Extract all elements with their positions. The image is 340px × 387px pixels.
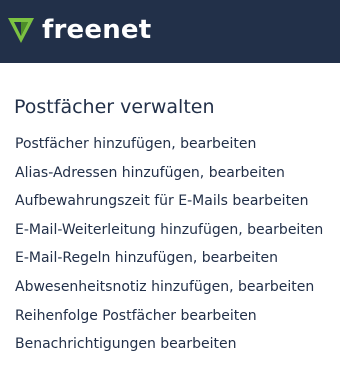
menu-item-alias-addresses[interactable]: Alias-Adressen hinzufügen, bearbeiten bbox=[15, 162, 335, 191]
menu-item-mailbox-order[interactable]: Reihenfolge Postfächer bearbeiten bbox=[15, 305, 335, 334]
page: freenet Postfächer verwalten Postfächer … bbox=[0, 0, 340, 387]
freenet-logo-icon bbox=[8, 18, 34, 43]
menu-item-notifications[interactable]: Benachrichtigungen bearbeiten bbox=[15, 333, 335, 362]
freenet-logo-text: freenet bbox=[42, 15, 152, 45]
page-title: Postfächer verwalten bbox=[14, 96, 215, 118]
menu-item-mailboxes[interactable]: Postfächer hinzufügen, bearbeiten bbox=[15, 133, 335, 162]
menu-item-retention-time[interactable]: Aufbewahrungszeit für E-Mails bearbeiten bbox=[15, 190, 335, 219]
menu-item-email-rules[interactable]: E-Mail-Regeln hinzufügen, bearbeiten bbox=[15, 247, 335, 276]
menu-item-out-of-office[interactable]: Abwesenheitsnotiz hinzufügen, bearbeiten bbox=[15, 276, 335, 305]
mailbox-settings-menu: Postfächer hinzufügen, bearbeiten Alias-… bbox=[15, 133, 335, 362]
freenet-logo[interactable]: freenet bbox=[6, 14, 151, 46]
menu-item-email-forwarding[interactable]: E-Mail-Weiterleitung hinzufügen, bearbei… bbox=[15, 219, 335, 248]
top-header: freenet bbox=[0, 0, 340, 63]
